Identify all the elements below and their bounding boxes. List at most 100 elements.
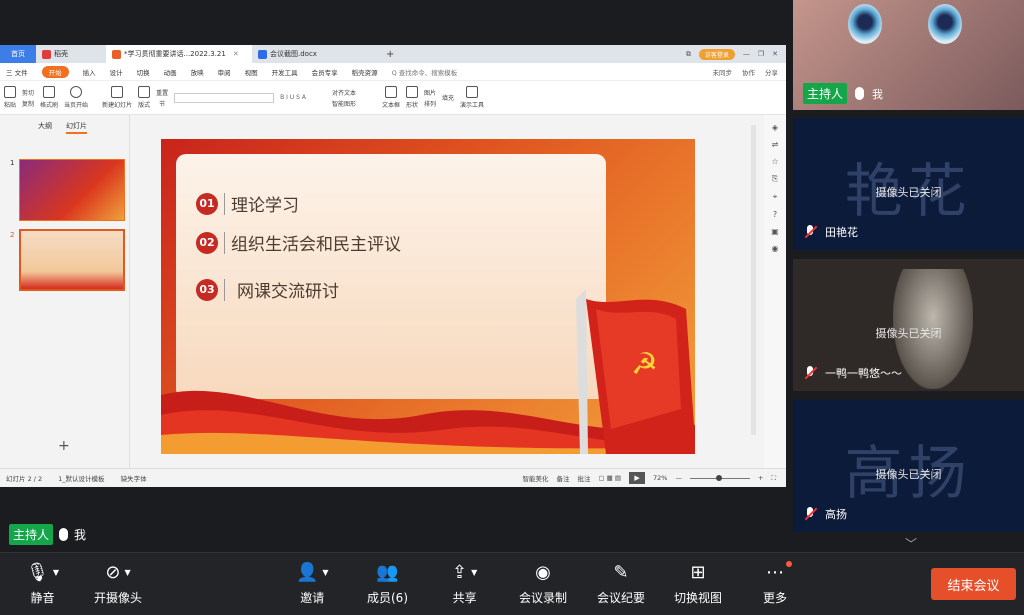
style-icon[interactable]: ◈ (772, 123, 778, 132)
menu-review[interactable]: 审阅 (218, 67, 231, 77)
fit-icon[interactable]: ⛶ (771, 474, 776, 483)
login-button[interactable]: 访客登录 (698, 48, 735, 60)
zoom-out-icon[interactable]: — (675, 474, 682, 482)
location-icon[interactable]: ◉ (772, 244, 779, 253)
item-text: 理论学习 (231, 196, 299, 216)
side-toolbar: ◈ ⇌ ☆ ⎘ ⌖ ? ▣ ◉ (764, 115, 786, 468)
switch-view-button[interactable]: ⊞ 切换视图 (674, 561, 722, 606)
star-icon[interactable]: ☆ (771, 157, 778, 166)
presentation-tools-button[interactable]: 演示工具 (460, 86, 484, 109)
notes-button[interactable]: 备注 (556, 473, 569, 483)
end-meeting-button[interactable]: 结束会议 (931, 568, 1016, 600)
tab-outline[interactable]: 大纲 (38, 121, 52, 134)
command-search[interactable]: Q 查找命令、搜索模板 (392, 67, 458, 77)
fill-button[interactable]: 填充 (442, 93, 454, 102)
caret-down-icon[interactable]: ▼ (471, 568, 477, 577)
mute-button[interactable]: 🎙 ▼ 静音 (26, 561, 59, 606)
participant-tile[interactable]: 高扬 摄像头已关闭 高扬 (793, 400, 1024, 532)
adjust-icon[interactable]: ⇌ (772, 140, 779, 149)
comment-button[interactable]: 批注 (577, 473, 590, 483)
menu-start[interactable]: 开始 (41, 65, 69, 78)
align-text-button[interactable]: 对齐文本 智能图形 (332, 88, 356, 108)
share-doc-button[interactable]: 分享 (765, 67, 778, 77)
caret-down-icon[interactable]: ▼ (322, 568, 328, 577)
new-slide-button[interactable]: 新建幻灯片 (102, 86, 132, 109)
menu-devtools[interactable]: 开发工具 (272, 67, 298, 77)
menu-member[interactable]: 会员专享 (312, 67, 338, 77)
missing-font[interactable]: 缺失字体 (121, 473, 147, 483)
minutes-label: 会议纪要 (597, 591, 646, 605)
layout-button[interactable]: 版式 (138, 86, 150, 109)
play-icon[interactable]: ▶ (629, 472, 646, 484)
zoom-slider[interactable] (689, 474, 750, 481)
tab-daoke[interactable]: 稻壳 (36, 45, 106, 63)
wps-ribbon: 粘贴 剪切 复制 格式刷 当页开始 新建幻灯片 版式 重置节 B I U S A … (0, 81, 786, 115)
window-close-icon[interactable]: ✕ (772, 50, 778, 58)
help-icon[interactable]: ? (773, 210, 777, 219)
menu-design[interactable]: 设计 (110, 67, 123, 77)
menu-resources[interactable]: 稻壳资源 (352, 67, 378, 77)
beautify-button[interactable]: 智能美化 (522, 473, 548, 483)
item-number: 03 (196, 278, 218, 301)
shape-button[interactable]: 形状 (405, 86, 418, 109)
view-mode-icons[interactable]: ▢ ▦ ▤ (598, 474, 621, 482)
menu-transition[interactable]: 切换 (137, 67, 150, 77)
paste-button[interactable]: 粘贴 (4, 86, 16, 109)
collab-button[interactable]: 协作 (742, 67, 755, 77)
zoom-in-icon[interactable]: + (758, 474, 763, 482)
tab-presentation[interactable]: *学习贯彻重要讲话...2022.3.21 ✕ (106, 45, 252, 63)
participant-tile[interactable]: 艳花 摄像头已关闭 田艳花 (793, 118, 1024, 250)
tab-slides[interactable]: 幻灯片 (66, 121, 87, 134)
play-current-button[interactable]: 当页开始 (64, 86, 88, 109)
shared-screen[interactable]: 首页 稻壳 *学习贯彻重要讲话...2022.3.21 ✕ 会议截图.docx … (0, 45, 786, 487)
item-number: 02 (196, 231, 218, 254)
cut-button[interactable]: 剪切 复制 (22, 88, 34, 108)
menu-animation[interactable]: 动画 (164, 67, 177, 77)
mic-muted-icon (803, 225, 817, 239)
participant-label: 主持人 我 (803, 83, 883, 104)
invite-button[interactable]: 👤 ▼ 邀请 (296, 561, 329, 606)
tab-doc[interactable]: 会议截图.docx (252, 45, 382, 63)
window-count-icon[interactable]: ⧉ (686, 50, 691, 59)
caret-down-icon[interactable]: ▼ (53, 568, 59, 577)
caret-down-icon[interactable]: ▼ (124, 568, 130, 577)
item-text: 组织生活会和民主评议 (231, 235, 401, 255)
arrange-button[interactable]: 图片 排列 (424, 88, 436, 108)
image-icon[interactable]: ▣ (771, 227, 779, 236)
vertical-scrollbar[interactable] (751, 125, 756, 435)
minimize-icon[interactable]: — (743, 50, 750, 58)
camera-button[interactable]: ⊘ ▼ 开摄像头 (94, 561, 142, 606)
menu-file[interactable]: 三 文件 (6, 67, 28, 77)
mute-label: 静音 (30, 591, 55, 605)
menu-view[interactable]: 视图 (245, 67, 258, 77)
textbox-button[interactable]: 文本框 (382, 86, 400, 109)
participant-tile[interactable]: 摄像头已关闭 一鸭一鸭悠～～ (793, 259, 1024, 391)
tab-home[interactable]: 首页 (0, 45, 36, 63)
share-button[interactable]: ⇪ ▼ 共享 (452, 561, 477, 606)
format-painter-button[interactable]: 格式刷 (40, 86, 58, 109)
more-button[interactable]: ⋯ 更多 (763, 561, 787, 606)
text-format-tools[interactable]: B I U S A (280, 94, 306, 101)
slide-canvas[interactable]: 01 理论学习 02 组织生活会和民主评议 03 网课交流研讨 ☭ (161, 139, 695, 454)
close-icon[interactable]: ✕ (233, 50, 239, 58)
unsynced-status[interactable]: 未同步 (713, 67, 733, 77)
minutes-button[interactable]: ✎ 会议纪要 (597, 561, 645, 606)
slide-thumbnail-selected[interactable] (19, 229, 125, 291)
font-select[interactable] (174, 92, 275, 103)
menu-slideshow[interactable]: 放映 (191, 67, 204, 77)
panel-tabs: 大纲 幻灯片 (0, 115, 129, 134)
reset-button[interactable]: 重置节 (156, 88, 168, 108)
sharer-tag: 主持人 我 (9, 524, 86, 545)
restore-icon[interactable]: ❐ (758, 50, 764, 58)
add-slide-icon[interactable]: + (58, 438, 70, 454)
copy-icon[interactable]: ⎘ (772, 174, 778, 184)
participant-tile[interactable]: 主持人 我 (793, 0, 1024, 110)
menu-insert[interactable]: 插入 (83, 67, 96, 77)
record-button[interactable]: ◉ 会议录制 (519, 561, 567, 606)
zoom-level[interactable]: 72% (653, 474, 667, 482)
members-button[interactable]: 👥 成员(6) (367, 561, 408, 606)
chevron-down-icon[interactable]: ﹀ (905, 535, 917, 552)
slide-thumbnail[interactable] (19, 159, 125, 221)
new-tab-icon[interactable]: + (386, 49, 394, 60)
pin-icon[interactable]: ⌖ (773, 192, 778, 202)
